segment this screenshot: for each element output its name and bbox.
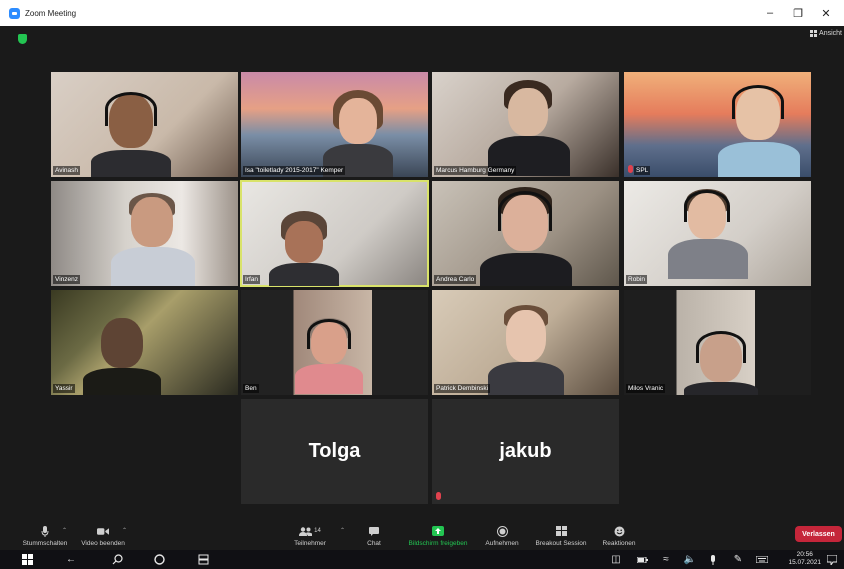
video-tile[interactable]: Yassir	[51, 290, 238, 395]
leave-button[interactable]: Verlassen	[795, 526, 842, 542]
mute-label: Stummschalten	[22, 540, 68, 547]
pen-icon[interactable]: ✎	[730, 550, 746, 569]
participant-name: Isa "toiletlady 2015-2017" Kemper	[243, 166, 346, 175]
participant-name-large: jakub	[499, 440, 552, 462]
share-screen-label: Bildschirm freigeben	[408, 540, 468, 547]
window-title-bar: Zoom Meeting – ❐ ✕	[0, 0, 844, 26]
video-camera-icon	[97, 526, 109, 536]
video-tile[interactable]: Robin	[624, 181, 811, 286]
headset-icon	[307, 319, 351, 349]
video-tile-camera-off[interactable]: Tolga	[241, 399, 428, 504]
participant-name: SPL	[634, 166, 651, 175]
participant-name: Ben	[243, 384, 259, 393]
meeting-toolbar: Stummschalten ⌃ Video beenden ⌃ 14 Teiln…	[0, 522, 844, 550]
headset-icon	[696, 331, 746, 363]
participant-name: Robin	[626, 275, 647, 284]
video-tile[interactable]: Andrea Carlo	[432, 181, 619, 286]
participant-name: Andrea Carlo	[434, 275, 477, 284]
view-button[interactable]: Ansicht	[810, 30, 842, 37]
microphone-icon	[39, 525, 51, 537]
notifications-icon[interactable]	[824, 550, 840, 569]
video-tile-active-speaker[interactable]: Irfan	[240, 180, 429, 287]
participant-name: Marcus Hamburg Germany	[434, 166, 517, 175]
share-screen-button[interactable]: Bildschirm freigeben	[402, 522, 474, 550]
battery-icon[interactable]	[634, 550, 650, 569]
security-shield-icon[interactable]	[18, 34, 27, 44]
headset-icon	[105, 92, 157, 126]
meeting-area: Ansicht Avinash Isa "toiletlady 2015-201…	[10, 26, 844, 522]
breakout-session-button[interactable]: Breakout Session	[530, 522, 592, 550]
smiley-icon	[613, 526, 625, 536]
participant-face	[101, 318, 143, 368]
participants-options-chevron-icon[interactable]: ⌃	[340, 527, 345, 534]
grid-icon	[810, 30, 818, 37]
audio-options-chevron-icon[interactable]: ⌃	[62, 527, 67, 534]
record-button[interactable]: Aufnehmen	[480, 522, 524, 550]
chat-button[interactable]: Chat	[360, 522, 388, 550]
zoom-logo-icon	[9, 7, 20, 19]
participant-name-large: Tolga	[308, 440, 361, 462]
muted-mic-icon	[436, 492, 441, 500]
video-tile-camera-off[interactable]: jakub	[432, 399, 619, 504]
clock-date: 15.07.2021	[788, 559, 821, 566]
tablet-icon[interactable]: ◫	[608, 550, 624, 569]
view-label: Ansicht	[819, 30, 842, 37]
cortana-circle-icon[interactable]	[150, 550, 168, 569]
participant-name: Patrick Dembinski	[434, 384, 491, 393]
video-tile[interactable]: Avinash	[51, 72, 238, 177]
participant-face	[508, 88, 548, 136]
chat-bubble-icon	[368, 526, 380, 536]
participants-label: Teilnehmer	[294, 540, 326, 547]
restore-icon[interactable]: ❐	[784, 0, 812, 26]
keyboard-icon[interactable]	[754, 550, 770, 569]
participant-face	[339, 98, 377, 144]
participant-face	[506, 310, 546, 362]
windows-start-icon[interactable]	[18, 550, 36, 569]
participant-name: Irfan	[243, 275, 261, 284]
video-tile[interactable]: Vinzenz	[51, 181, 238, 286]
record-icon	[496, 525, 508, 537]
task-view-icon[interactable]	[194, 550, 212, 569]
reactions-label: Reaktionen	[602, 540, 636, 547]
participants-icon: 14	[298, 526, 322, 536]
wifi-icon[interactable]: ≈	[658, 550, 674, 569]
video-tile[interactable]: Milos Vranic	[624, 290, 811, 395]
headset-icon	[498, 191, 552, 231]
microphone-tray-icon[interactable]	[706, 550, 720, 569]
search-icon[interactable]	[108, 550, 126, 569]
breakout-session-label: Breakout Session	[535, 540, 587, 547]
window-title: Zoom Meeting	[25, 8, 77, 18]
headset-icon	[684, 190, 730, 222]
video-tile[interactable]: Marcus Hamburg Germany	[432, 72, 619, 177]
headset-icon	[732, 85, 784, 119]
clock-time: 20:56	[796, 551, 813, 558]
participant-name: Milos Vranic	[626, 384, 666, 393]
participant-name: Yassir	[53, 384, 75, 393]
video-tile[interactable]: Patrick Dembinski	[432, 290, 619, 395]
participants-button[interactable]: 14 Teilnehmer	[290, 522, 330, 550]
record-label: Aufnehmen	[485, 540, 519, 547]
minimize-icon[interactable]: –	[756, 0, 784, 26]
close-icon[interactable]: ✕	[812, 0, 840, 26]
participant-name: Avinash	[53, 166, 81, 175]
participant-face	[285, 221, 323, 263]
video-options-chevron-icon[interactable]: ⌃	[122, 527, 127, 534]
chat-label: Chat	[367, 540, 381, 547]
windows-taskbar: ← ◫ ≈ 🔈 ✎ 20:56 15.07.2021	[0, 550, 844, 569]
participants-count: 14	[314, 528, 321, 534]
share-screen-icon	[432, 526, 444, 536]
video-tile[interactable]: SPL	[624, 72, 811, 177]
back-arrow-icon[interactable]: ←	[62, 550, 80, 569]
system-clock[interactable]: 20:56 15.07.2021	[788, 551, 821, 567]
participant-name: Vinzenz	[53, 275, 81, 284]
stop-video-label: Video beenden	[81, 540, 125, 547]
breakout-grid-icon	[555, 526, 567, 536]
video-tile[interactable]: Isa "toiletlady 2015-2017" Kemper	[241, 72, 428, 177]
participant-face	[131, 197, 173, 247]
muted-mic-icon	[628, 165, 633, 173]
reactions-button[interactable]: Reaktionen	[598, 522, 640, 550]
volume-icon[interactable]: 🔈	[682, 550, 698, 569]
video-tile[interactable]: Ben	[241, 290, 428, 395]
